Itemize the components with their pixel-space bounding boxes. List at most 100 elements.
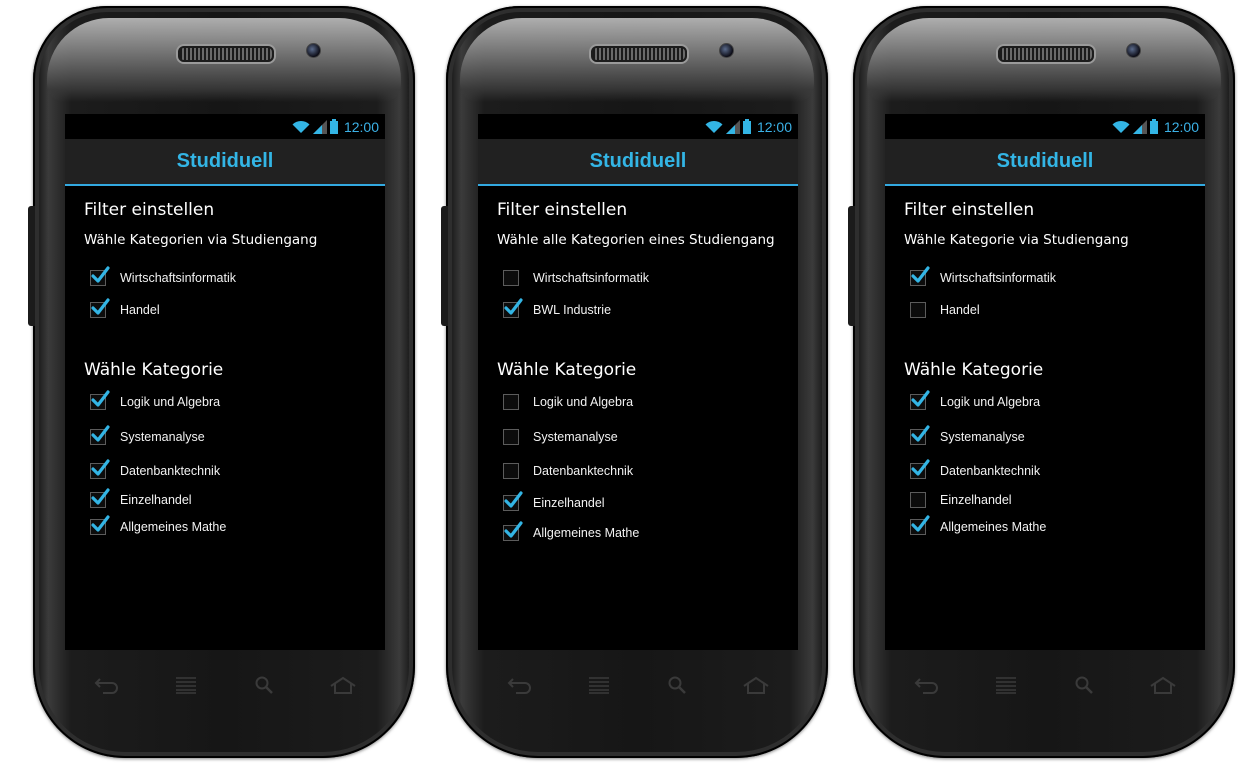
phone-screen: 12:00 Studiduell Filter einstellen Wähle… <box>478 114 798 650</box>
option-label: Allgemeines Mathe <box>940 520 1047 534</box>
category-option-einzelhandel[interactable]: Einzelhandel <box>497 489 798 517</box>
check-icon <box>911 390 930 407</box>
study-option-wirtschaftsinformatik[interactable]: Wirtschaftsinformatik <box>904 264 1205 292</box>
app-title: Studiduell <box>589 150 687 172</box>
category-option-datenbanktechnik[interactable]: Datenbanktechnik <box>84 457 385 485</box>
category-option-systemanalyse[interactable]: Systemanalyse <box>497 423 798 451</box>
check-icon <box>911 425 930 442</box>
filter-content: Filter einstellen Wähle Kategorien via S… <box>65 200 385 541</box>
menu-icon[interactable] <box>174 676 198 694</box>
checkbox[interactable] <box>90 488 110 508</box>
study-subtitle: Wähle Kategorie via Studiengang <box>904 232 1129 248</box>
checkbox[interactable] <box>90 390 110 410</box>
app-title: Studiduell <box>996 150 1094 172</box>
volume-rocker <box>441 206 448 326</box>
wifi-icon <box>292 120 310 133</box>
phone-screen: 12:00 Studiduell Filter einstellen Wähle… <box>885 114 1205 650</box>
category-option-systemanalyse[interactable]: Systemanalyse <box>84 423 385 451</box>
back-icon[interactable] <box>93 676 119 694</box>
checkbox[interactable] <box>90 425 110 445</box>
checkbox[interactable] <box>910 266 930 286</box>
checkbox[interactable] <box>910 302 926 318</box>
checkbox[interactable] <box>910 492 926 508</box>
menu-icon[interactable] <box>994 676 1018 694</box>
checkbox[interactable] <box>90 266 110 286</box>
signal-icon <box>725 119 740 134</box>
earpiece-speaker <box>998 46 1094 62</box>
option-label: Handel <box>120 303 160 317</box>
category-option-systemanalyse[interactable]: Systemanalyse <box>904 423 1205 451</box>
checkbox[interactable] <box>910 390 930 410</box>
option-label: Wirtschaftsinformatik <box>940 271 1056 285</box>
checkbox[interactable] <box>503 491 523 511</box>
category-option-datenbanktechnik[interactable]: Datenbanktechnik <box>497 457 798 485</box>
check-icon <box>91 390 110 407</box>
status-bar: 12:00 <box>885 114 1205 139</box>
checkbox[interactable] <box>503 429 519 445</box>
checkbox[interactable] <box>503 463 519 479</box>
menu-icon[interactable] <box>587 676 611 694</box>
category-option-logik[interactable]: Logik und Algebra <box>904 388 1205 416</box>
app-title: Studiduell <box>176 150 274 172</box>
filter-content: Filter einstellen Wähle alle Kategorien … <box>478 200 798 547</box>
back-icon[interactable] <box>913 676 939 694</box>
check-icon <box>91 515 110 532</box>
search-icon[interactable] <box>254 676 274 694</box>
home-icon[interactable] <box>742 676 770 694</box>
category-option-einzelhandel[interactable]: Einzelhandel <box>904 486 1205 514</box>
front-camera <box>719 43 734 58</box>
checkbox[interactable] <box>90 298 110 318</box>
checkbox[interactable] <box>90 459 110 479</box>
checkbox[interactable] <box>90 515 110 535</box>
study-option-handel[interactable]: Handel <box>84 296 385 324</box>
option-label: Wirtschaftsinformatik <box>533 271 649 285</box>
filter-content: Filter einstellen Wähle Kategorie via St… <box>885 200 1205 541</box>
category-options: Logik und Algebra Systemanalyse Datenban… <box>904 388 1205 541</box>
battery-icon <box>329 119 338 134</box>
home-icon[interactable] <box>1149 676 1177 694</box>
check-icon <box>91 425 110 442</box>
checkbox[interactable] <box>910 425 930 445</box>
study-option-wirtschaftsinformatik[interactable]: Wirtschaftsinformatik <box>497 264 798 292</box>
category-option-einzelhandel[interactable]: Einzelhandel <box>84 486 385 514</box>
checkbox[interactable] <box>503 298 523 318</box>
option-label: Wirtschaftsinformatik <box>120 271 236 285</box>
search-icon[interactable] <box>667 676 687 694</box>
check-icon <box>504 491 523 508</box>
check-icon <box>91 459 110 476</box>
option-label: Datenbanktechnik <box>940 464 1041 478</box>
checkbox[interactable] <box>503 270 519 286</box>
checkbox[interactable] <box>503 394 519 410</box>
checkbox[interactable] <box>503 521 523 541</box>
category-options: Logik und Algebra Systemanalyse Datenban… <box>497 388 798 547</box>
study-options: Wirtschaftsinformatik Handel <box>84 264 385 324</box>
home-icon[interactable] <box>329 676 357 694</box>
phone-screen: 12:00 Studiduell Filter einstellen Wähle… <box>65 114 385 650</box>
category-option-datenbanktechnik[interactable]: Datenbanktechnik <box>904 457 1205 485</box>
battery-icon <box>742 119 751 134</box>
back-icon[interactable] <box>506 676 532 694</box>
filter-title: Filter einstellen <box>84 200 215 220</box>
study-option-bwl-industrie[interactable]: BWL Industrie <box>497 296 798 324</box>
category-option-mathe[interactable]: Allgemeines Mathe <box>904 513 1205 541</box>
option-label: Logik und Algebra <box>120 395 221 409</box>
category-option-logik[interactable]: Logik und Algebra <box>497 388 798 416</box>
category-title: Wähle Kategorie <box>497 360 637 380</box>
option-label: Einzelhandel <box>120 493 192 507</box>
checkbox[interactable] <box>910 515 930 535</box>
search-icon[interactable] <box>1074 676 1094 694</box>
study-subtitle: Wähle alle Kategorien eines Studiengang <box>497 232 775 248</box>
study-option-wirtschaftsinformatik[interactable]: Wirtschaftsinformatik <box>84 264 385 292</box>
category-option-logik[interactable]: Logik und Algebra <box>84 388 385 416</box>
category-option-mathe[interactable]: Allgemeines Mathe <box>497 519 798 547</box>
option-label: Einzelhandel <box>533 496 605 510</box>
nav-bar <box>65 670 385 700</box>
study-option-handel[interactable]: Handel <box>904 296 1205 324</box>
volume-rocker <box>28 206 35 326</box>
checkbox[interactable] <box>910 459 930 479</box>
check-icon <box>91 266 110 283</box>
check-icon <box>911 515 930 532</box>
wifi-icon <box>1112 120 1130 133</box>
category-option-mathe[interactable]: Allgemeines Mathe <box>84 513 385 541</box>
front-camera <box>1126 43 1141 58</box>
